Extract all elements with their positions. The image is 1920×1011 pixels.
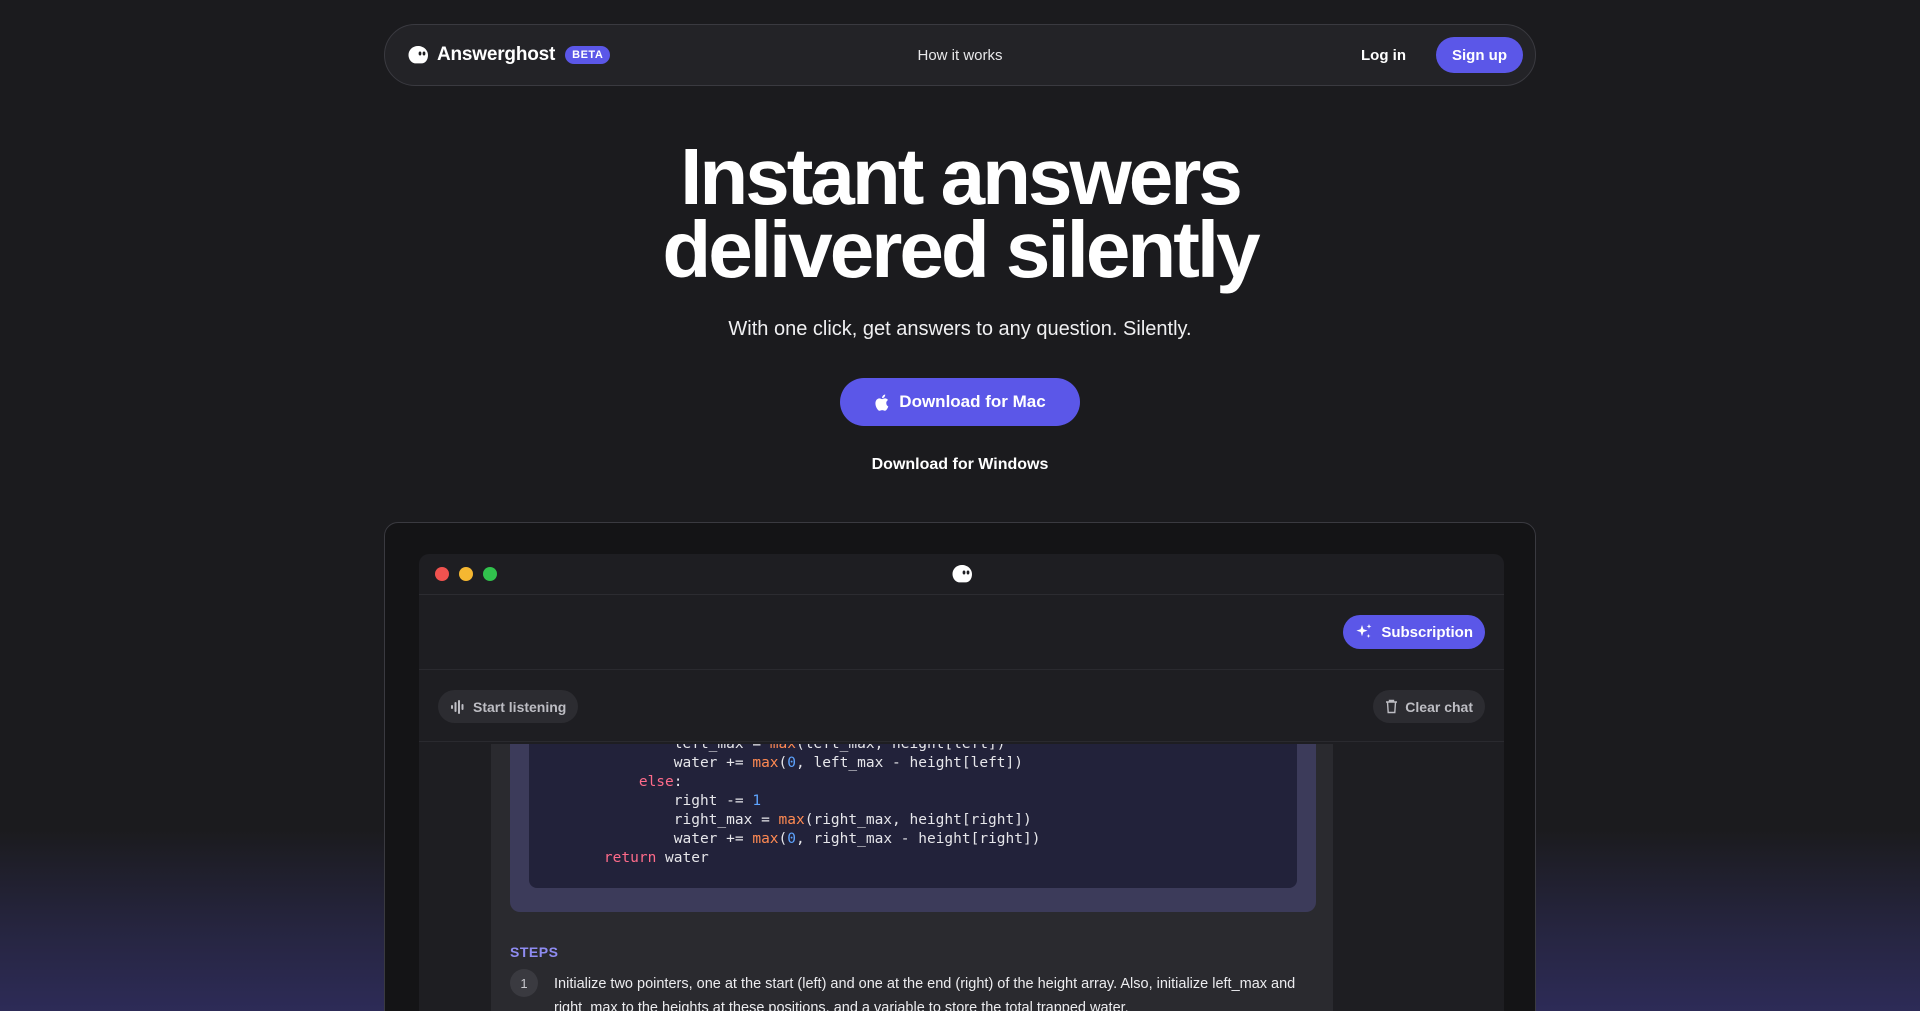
- code-token: (right_max, height[right]): [804, 812, 1032, 828]
- code-line: right -= 1: [569, 792, 1297, 811]
- code-token: right -=: [673, 793, 753, 809]
- nav-actions: Log in Sign up: [1361, 37, 1523, 73]
- start-listening-label: Start listening: [473, 698, 567, 715]
- download-mac-button[interactable]: Download for Mac: [840, 378, 1080, 426]
- beta-badge: BETA: [565, 46, 611, 64]
- brand[interactable]: Answerghost BETA: [407, 44, 611, 66]
- top-nav: Answerghost BETA How it works Log in Sig…: [384, 24, 1536, 86]
- trash-icon: [1386, 699, 1398, 714]
- sparkles-icon: [1356, 624, 1372, 638]
- subscription-button[interactable]: Subscription: [1343, 615, 1485, 649]
- code-token: max: [769, 744, 796, 752]
- clear-chat-label: Clear chat: [1405, 698, 1473, 715]
- signup-button[interactable]: Sign up: [1436, 37, 1523, 73]
- login-link[interactable]: Log in: [1361, 47, 1406, 64]
- code-block-frame: left_max = max(left_max, height[left]) w…: [510, 744, 1316, 912]
- minimize-window-dot[interactable]: [459, 567, 473, 581]
- subscription-label: Subscription: [1381, 623, 1473, 641]
- maximize-window-dot[interactable]: [483, 567, 497, 581]
- waveform-icon: [451, 699, 464, 714]
- code-token: else: [638, 774, 674, 790]
- download-mac-label: Download for Mac: [899, 392, 1046, 411]
- code-token: left_max =: [673, 744, 770, 752]
- hero-title-line-2: delivered silently: [662, 205, 1260, 294]
- code-line: water += max(0, right_max - height[right…: [569, 830, 1297, 849]
- code-token: (: [778, 831, 788, 847]
- code-block: left_max = max(left_max, height[left]) w…: [529, 744, 1297, 888]
- apple-icon: [875, 394, 889, 411]
- code-line: else:: [569, 773, 1297, 792]
- code-token: max: [752, 831, 779, 847]
- hero-title: Instant answers delivered silently: [0, 132, 1920, 294]
- app-action-bar: Start listening Clear chat: [419, 670, 1504, 742]
- code-token: 0: [787, 755, 797, 771]
- app-titlebar: [419, 554, 1504, 595]
- ghost-icon: [952, 565, 972, 583]
- hero-subtitle: With one click, get answers to any quest…: [728, 318, 1192, 340]
- code-token: max: [752, 755, 779, 771]
- code-token: water: [656, 850, 709, 866]
- steps-heading: STEPS: [510, 944, 559, 960]
- code-token: water +=: [673, 755, 753, 771]
- clear-chat-button[interactable]: Clear chat: [1373, 690, 1485, 723]
- code-token: 1: [752, 793, 762, 809]
- code-line: return water: [569, 849, 1297, 868]
- start-listening-button[interactable]: Start listening: [438, 690, 579, 723]
- code-line: right_max = max(right_max, height[right]…: [569, 811, 1297, 830]
- code-token: , right_max - height[right]): [796, 831, 1041, 847]
- code-token: , left_max - height[left]): [796, 755, 1023, 771]
- download-windows-link[interactable]: Download for Windows: [0, 456, 1920, 474]
- ghost-icon: [408, 46, 428, 64]
- step-number: 1: [510, 969, 538, 997]
- app-header: Subscription: [419, 595, 1504, 670]
- hero-title-line-1: Instant answers: [680, 132, 1243, 221]
- code-token: :: [673, 774, 683, 790]
- code-token: return: [603, 850, 657, 866]
- code-token: right_max =: [673, 812, 779, 828]
- answer-panel: left_max = max(left_max, height[left]) w…: [491, 744, 1333, 1011]
- code-token: water +=: [673, 831, 753, 847]
- code-token: (left_max, height[left]): [796, 744, 1006, 752]
- code-token: 0: [787, 831, 797, 847]
- nav-link-how-it-works[interactable]: How it works: [917, 47, 1002, 64]
- code-token: (: [778, 755, 788, 771]
- code-line: water += max(0, left_max - height[left]): [569, 754, 1297, 773]
- brand-name: Answerghost: [437, 44, 556, 65]
- close-window-dot[interactable]: [435, 567, 449, 581]
- code-token: max: [778, 812, 805, 828]
- code-line: left_max = max(left_max, height[left]): [569, 744, 1297, 754]
- app-window: Subscription Start listening Clear chat …: [419, 554, 1504, 1011]
- step-text: Initialize two pointers, one at the star…: [554, 976, 1296, 1011]
